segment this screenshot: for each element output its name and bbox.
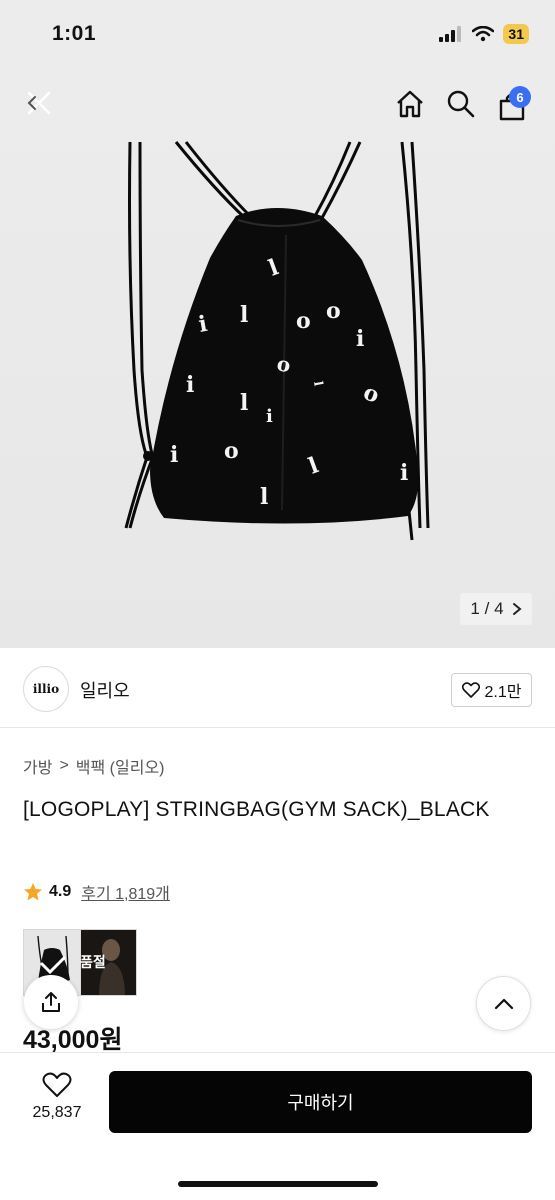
bag-print-letter: l bbox=[260, 484, 268, 510]
rating-score: 4.9 bbox=[49, 883, 72, 900]
wishlist-button[interactable]: 25,837 bbox=[20, 1072, 94, 1122]
heart-icon bbox=[461, 682, 480, 698]
brand-like-button[interactable]: 2.1만 bbox=[451, 673, 532, 707]
battery-indicator: 31 bbox=[503, 24, 529, 44]
brand-name[interactable]: 일리오 bbox=[80, 677, 130, 703]
brand-logo-text: illio bbox=[32, 682, 60, 696]
bag-print-letter: l bbox=[240, 302, 248, 328]
breadcrumb-category[interactable]: 가방 bbox=[23, 754, 52, 778]
bag-print-letter: i bbox=[400, 460, 408, 486]
brand-row: illio 일리오 2.1만 bbox=[0, 650, 555, 728]
search-button[interactable] bbox=[443, 86, 479, 122]
heart-icon bbox=[42, 1072, 72, 1097]
status-bar: 1:01 31 bbox=[0, 0, 555, 70]
signal-icon bbox=[439, 26, 462, 42]
image-counter[interactable]: 1 / 4 bbox=[460, 593, 532, 625]
rating-row: 4.9 후기 1,819개 bbox=[23, 880, 170, 904]
image-separator: / bbox=[484, 599, 490, 618]
top-navigation bbox=[0, 70, 555, 140]
bag-print-letter: o bbox=[224, 438, 239, 464]
review-link[interactable]: 후기 1,819개 bbox=[81, 880, 170, 904]
bag-print-letter: i bbox=[266, 406, 273, 427]
product-price: 43,000원 bbox=[23, 1026, 123, 1052]
close-icon bbox=[27, 91, 51, 115]
bag-print-letter: o bbox=[296, 308, 311, 334]
bag-print-letter: i bbox=[356, 326, 364, 352]
breadcrumb: 가방 > 백팩 (일리오) bbox=[23, 754, 165, 778]
brand-like-count: 2.1만 bbox=[484, 684, 522, 701]
bag-print-letter: i bbox=[170, 442, 178, 468]
close-button[interactable] bbox=[22, 86, 56, 120]
status-icons: 31 bbox=[439, 24, 529, 44]
soldout-label: 품절 bbox=[80, 954, 106, 970]
chevron-right-icon bbox=[512, 603, 522, 615]
wifi-icon bbox=[472, 26, 495, 42]
product-image-gallery[interactable]: loiloioilioliolil bbox=[0, 70, 555, 648]
buy-button[interactable]: 구매하기 bbox=[109, 1071, 532, 1133]
chevron-up-icon bbox=[494, 998, 513, 1009]
home-indicator bbox=[178, 1181, 378, 1187]
home-icon bbox=[397, 90, 423, 118]
bag-print-letter: i bbox=[186, 372, 194, 398]
status-time: 1:01 bbox=[52, 22, 97, 45]
home-button[interactable] bbox=[392, 86, 428, 122]
scroll-top-button[interactable] bbox=[476, 976, 531, 1031]
bag-print-letter: l bbox=[240, 390, 248, 416]
breadcrumb-separator: > bbox=[59, 757, 69, 774]
product-image: loi l oioilioli ol il bbox=[124, 141, 430, 541]
brand-logo[interactable]: illio bbox=[23, 666, 69, 712]
star-icon bbox=[24, 883, 42, 901]
breadcrumb-subcategory[interactable]: 백팩 (일리오) bbox=[76, 754, 165, 778]
bag-print-letter: o bbox=[326, 298, 341, 324]
search-icon bbox=[447, 90, 475, 118]
share-icon bbox=[42, 992, 60, 1012]
wishlist-count: 25,837 bbox=[32, 1104, 82, 1121]
image-total: 4 bbox=[494, 599, 504, 618]
cart-count-badge: 6 bbox=[509, 86, 531, 108]
product-title: [LOGOPLAY] STRINGBAG(GYM SACK)_BLACK bbox=[23, 798, 490, 821]
image-current: 1 bbox=[470, 599, 480, 618]
